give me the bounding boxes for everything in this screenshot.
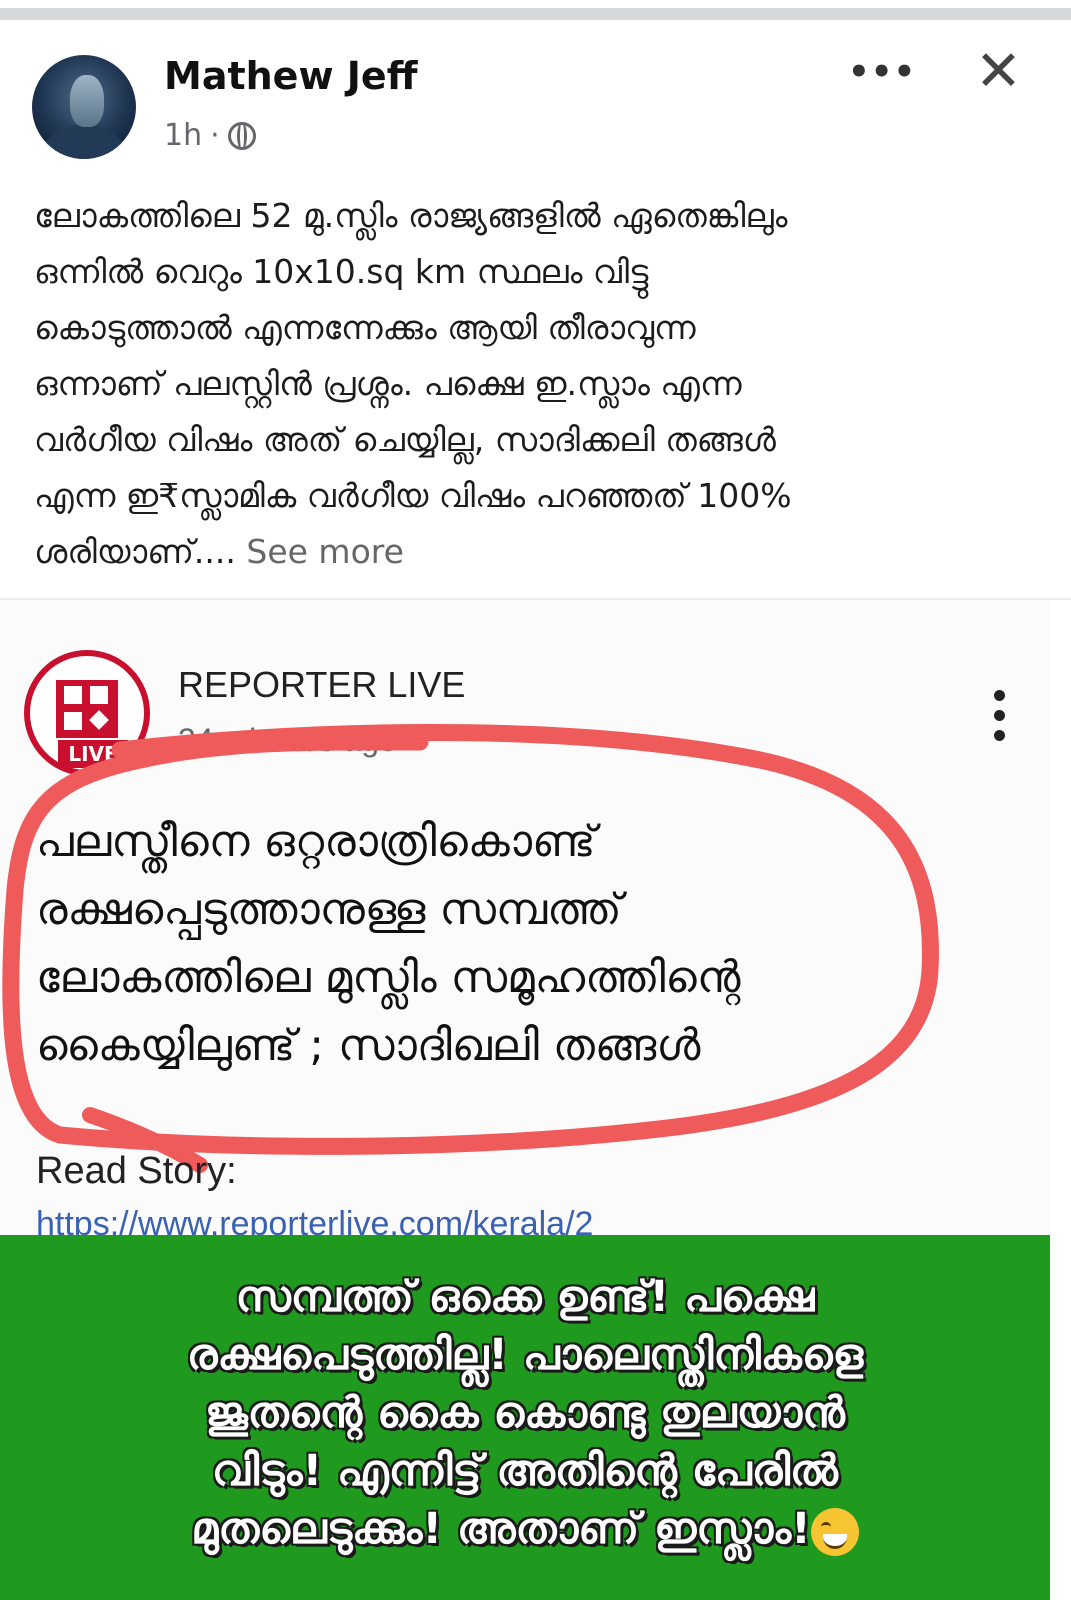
annotation-circle <box>2 724 939 1173</box>
caption-banner-text: സമ്പത്ത് ഒക്കെ ഉണ്ട്! പക്ഷെ രക്ഷപെടുത്തി… <box>30 1268 1020 1558</box>
see-more-link[interactable]: See more <box>246 532 404 571</box>
read-story-label: Read Story: <box>36 1150 237 1192</box>
source-name: REPORTER LIVE <box>178 664 466 705</box>
grinning-face-icon <box>810 1507 859 1556</box>
post-time[interactable]: 1h <box>164 118 202 153</box>
top-divider <box>0 0 1071 22</box>
post-body: ലോകത്തിലെ 52 മു.സ്ലിം രാജ്യങ്ങളിൽ ഏതെങ്ക… <box>34 188 1034 580</box>
post-text: ലോകത്തിലെ 52 മു.സ്ലിം രാജ്യങ്ങളിൽ ഏതെങ്ക… <box>34 196 792 571</box>
globe-icon <box>227 121 256 150</box>
more-options-icon[interactable]: ••• <box>848 52 916 92</box>
author-name[interactable]: Mathew Jeff <box>164 54 417 98</box>
close-icon[interactable]: ✕ <box>975 44 1022 100</box>
author-avatar[interactable] <box>32 55 136 159</box>
right-margin <box>1050 600 1071 1600</box>
banner-text: സമ്പത്ത് ഒക്കെ ഉണ്ട്! പക്ഷെ രക്ഷപെടുത്തി… <box>186 1272 864 1554</box>
meta-dot: · <box>210 118 220 153</box>
story-link[interactable]: https://www.reporterlive.com/kerala/2 <box>36 1205 593 1237</box>
post-meta: 1h · <box>164 118 256 153</box>
